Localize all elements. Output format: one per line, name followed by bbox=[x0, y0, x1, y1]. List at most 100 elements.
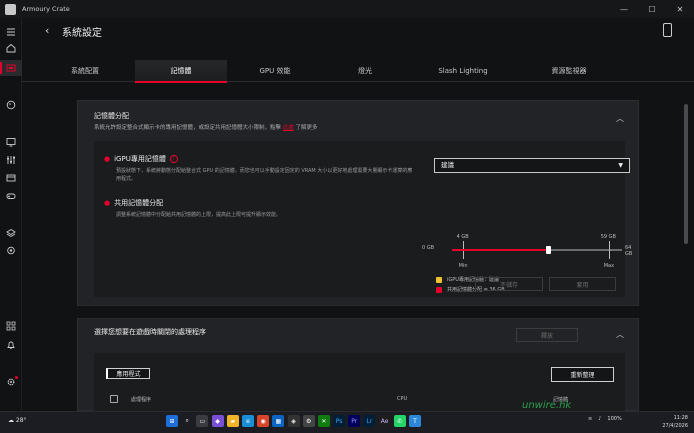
start-icon[interactable]: ⊞ bbox=[166, 415, 178, 427]
sidebar-item-apps[interactable] bbox=[0, 318, 22, 334]
weather-widget[interactable]: ☁ 28° bbox=[8, 417, 27, 424]
sidebar-item-menu[interactable] bbox=[0, 24, 22, 40]
tab-memory[interactable]: 記憶體 bbox=[135, 60, 227, 83]
scrollbar-thumb[interactable] bbox=[684, 104, 688, 244]
minimize-button[interactable]: — bbox=[610, 0, 638, 18]
slider-handle[interactable] bbox=[545, 246, 551, 254]
slider-max-mark-text: Max bbox=[603, 263, 615, 269]
slider-max-mark-value: 59 GB bbox=[600, 234, 616, 240]
store-icon[interactable]: ▦ bbox=[272, 415, 285, 427]
collapse-chevron-icon[interactable]: ︿ bbox=[616, 113, 624, 124]
sidebar-item-library[interactable] bbox=[0, 170, 22, 186]
battery-level[interactable]: 100% bbox=[607, 416, 621, 422]
device-phone-icon[interactable] bbox=[663, 23, 672, 37]
armoury-crate-taskbar-icon[interactable]: ◈ bbox=[287, 415, 300, 427]
sidebar-item-gamevisual[interactable] bbox=[0, 134, 22, 150]
volume-icon[interactable]: ♪ bbox=[598, 416, 601, 422]
cancel-button[interactable]: 不儲存 bbox=[475, 277, 543, 291]
release-button[interactable]: 釋放 bbox=[516, 328, 578, 342]
weather-temp: 28° bbox=[15, 417, 27, 424]
tab-resource-monitor[interactable]: 資源監視器 bbox=[519, 60, 619, 82]
page-title: 系統設定 bbox=[62, 28, 102, 39]
layers-icon bbox=[6, 228, 16, 238]
hamburger-icon bbox=[7, 28, 15, 36]
apply-button[interactable]: 套用 bbox=[549, 277, 616, 291]
settings-notification-dot bbox=[15, 376, 18, 379]
shared-memory-slider[interactable] bbox=[452, 241, 622, 259]
sidebar-item-deals[interactable] bbox=[0, 188, 22, 204]
tab-slash-lighting[interactable]: Slash Lighting bbox=[410, 60, 516, 82]
igpu-memory-select[interactable]: 建議 ▼ bbox=[434, 158, 630, 173]
after-effects-icon[interactable]: Ae bbox=[378, 415, 391, 427]
sidebar-item-home[interactable] bbox=[0, 40, 22, 56]
settings-taskbar-icon[interactable]: ⚙ bbox=[302, 415, 315, 427]
collapse-chevron-icon[interactable]: ︿ bbox=[616, 329, 624, 340]
slider-max-label: 64 GB bbox=[625, 245, 633, 257]
legend-swatch-red bbox=[436, 286, 442, 293]
xbox-icon[interactable]: ✕ bbox=[317, 415, 330, 427]
badge-icon bbox=[7, 246, 15, 255]
taskbar-clock[interactable]: 11:28 27/4/2026 bbox=[658, 414, 688, 430]
red-bullet: ● bbox=[104, 199, 111, 207]
shared-memory-label: 共用記憶體分配 bbox=[114, 199, 164, 207]
column-process: 處理程序 bbox=[131, 397, 152, 403]
back-chevron-icon[interactable]: ‹ bbox=[45, 24, 49, 37]
bell-icon bbox=[7, 341, 15, 350]
process-panel: 選擇您想要在遊戲時關閉的處理程序 釋放 ︿ 應用程式 重新整理 處理程序 CPU… bbox=[77, 318, 639, 411]
task-view-icon[interactable]: ▭ bbox=[196, 415, 209, 427]
palette-icon bbox=[6, 100, 16, 110]
copilot-icon[interactable]: ◆ bbox=[211, 415, 224, 427]
slider-min-label: 0 GB bbox=[422, 245, 435, 251]
sidebar-item-rewards[interactable] bbox=[0, 243, 22, 259]
photoshop-icon[interactable]: Ps bbox=[333, 415, 346, 427]
title-bar: Armoury Crate — ☐ ✕ bbox=[0, 0, 694, 18]
tab-lighting[interactable]: 燈光 bbox=[322, 60, 408, 82]
refresh-button[interactable]: 重新整理 bbox=[551, 367, 614, 382]
whatsapp-icon[interactable]: ✆ bbox=[393, 415, 406, 427]
wifi-icon[interactable]: ≋ bbox=[588, 416, 592, 422]
teams-icon[interactable]: T bbox=[409, 415, 421, 427]
windows-taskbar: ☁ 28° ⊞ ⌕ ▭ ◆ ▰ e ◉ ▦ ◈ ⚙ ✕ Ps Pr Lr Ae … bbox=[0, 411, 694, 433]
grid-icon bbox=[6, 321, 16, 331]
igpu-memory-description: 預設狀態下，系統將動態分配給整合式 GPU 的記憶體，而您也可以手動設定固定的 … bbox=[116, 168, 413, 182]
library-icon bbox=[6, 174, 16, 182]
learn-more-link[interactable]: 此處 bbox=[283, 125, 294, 131]
premiere-icon[interactable]: Pr bbox=[348, 415, 361, 427]
slider-max-tick bbox=[608, 241, 610, 259]
chrome-icon[interactable]: ◉ bbox=[257, 415, 270, 427]
select-all-checkbox[interactable] bbox=[110, 395, 118, 403]
lightroom-icon[interactable]: Lr bbox=[363, 415, 376, 427]
maximize-button[interactable]: ☐ bbox=[638, 0, 666, 18]
process-panel-title: 選擇您想要在遊戲時關閉的處理程序 bbox=[94, 328, 206, 336]
sliders-icon bbox=[7, 156, 15, 164]
monitor-icon bbox=[6, 138, 16, 147]
shared-memory-description: 調整系統記憶體中分配給共用記憶體的上限，提高此上限可提升顯示效能。 bbox=[116, 212, 282, 218]
sidebar-item-system[interactable] bbox=[0, 60, 22, 76]
memory-settings-area: ● iGPU專用記憶體! 預設狀態下，系統將動態分配給整合式 GPU 的記憶體，而… bbox=[94, 141, 632, 297]
subtitle-text: 系統允許設定整合式顯示卡的專用記憶體，或設定共用記憶體大小限制，點擊 bbox=[94, 125, 282, 131]
slider-min-mark-value: 4 GB bbox=[456, 234, 469, 240]
tab-system-config[interactable]: 系統配置 bbox=[30, 60, 140, 82]
sidebar-item-aura[interactable] bbox=[0, 97, 22, 113]
sidebar-nav bbox=[0, 18, 22, 411]
sidebar-item-layers[interactable] bbox=[0, 225, 22, 241]
app-title: Armoury Crate bbox=[22, 5, 70, 13]
file-explorer-icon[interactable]: ▰ bbox=[226, 415, 239, 427]
content-scrollbar[interactable] bbox=[684, 84, 688, 411]
tab-gpu-performance[interactable]: GPU 效能 bbox=[230, 60, 320, 82]
close-button[interactable]: ✕ bbox=[666, 0, 694, 18]
subtitle-text-end: 了解更多 bbox=[295, 125, 318, 131]
sidebar-item-scenario[interactable] bbox=[0, 152, 22, 168]
gamepad-icon bbox=[6, 193, 16, 199]
sidebar-item-notifications[interactable] bbox=[0, 337, 22, 353]
info-icon[interactable]: ! bbox=[169, 155, 178, 163]
sidebar-item-settings[interactable] bbox=[0, 374, 22, 390]
filter-apps-chip[interactable]: 應用程式 bbox=[106, 368, 150, 379]
armoury-crate-logo-icon bbox=[5, 3, 16, 15]
column-cpu: CPU bbox=[397, 396, 408, 402]
search-icon[interactable]: ⌕ bbox=[181, 415, 193, 427]
shared-memory-title: ● 共用記憶體分配 bbox=[104, 198, 163, 208]
chevron-down-icon: ▼ bbox=[618, 162, 623, 169]
clock-date: 27/4/2026 bbox=[662, 423, 688, 429]
edge-icon[interactable]: e bbox=[241, 415, 254, 427]
